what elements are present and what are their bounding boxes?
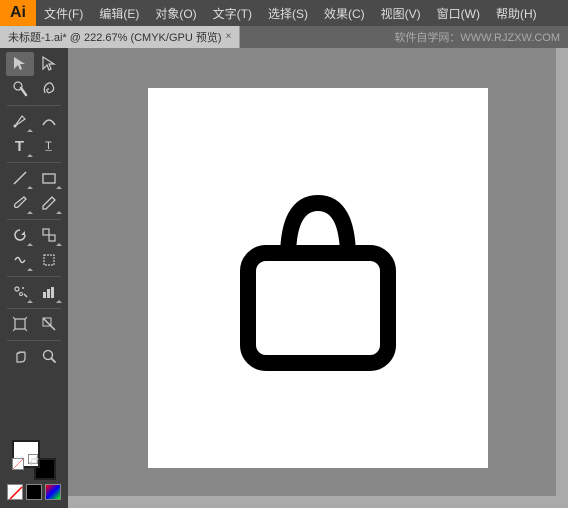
free-transform-tool[interactable] — [35, 248, 63, 272]
separator-4 — [7, 276, 61, 277]
tool-row-2 — [0, 77, 68, 101]
bottom-swatches — [7, 484, 61, 500]
touch-type-tool[interactable]: T̲ — [35, 134, 63, 158]
swap-colors-icon[interactable] — [28, 454, 38, 464]
separator-6 — [7, 340, 61, 341]
fill-color-btn[interactable] — [26, 484, 42, 500]
bag-artwork — [218, 173, 418, 383]
type-tool[interactable]: T — [6, 134, 34, 158]
tool-row-6 — [0, 191, 68, 215]
tab-bar: 未标题-1.ai* @ 222.67% (CMYK/GPU 预览) × 软件自学… — [0, 26, 568, 48]
tool-row-4: T T̲ — [0, 134, 68, 158]
tool-row-5 — [0, 166, 68, 190]
tab-close-button[interactable]: × — [226, 32, 232, 42]
menu-edit[interactable]: 编辑(E) — [95, 3, 143, 24]
menu-bar: 文件(F) 编辑(E) 对象(O) 文字(T) 选择(S) 效果(C) 视图(V… — [36, 3, 568, 24]
magic-wand-tool[interactable] — [6, 77, 34, 101]
tool-row-8 — [0, 248, 68, 272]
ai-logo: Ai — [0, 0, 36, 26]
active-tab[interactable]: 未标题-1.ai* @ 222.67% (CMYK/GPU 预览) × — [0, 26, 240, 48]
menu-select[interactable]: 选择(S) — [264, 3, 312, 24]
hand-tool[interactable] — [6, 344, 34, 368]
pen-tool[interactable] — [6, 109, 34, 133]
column-graph-tool[interactable] — [35, 280, 63, 304]
tab-label: 未标题-1.ai* @ 222.67% (CMYK/GPU 预览) — [8, 29, 222, 45]
canvas — [148, 88, 488, 468]
menu-view[interactable]: 视图(V) — [377, 3, 425, 24]
separator-1 — [7, 105, 61, 106]
fill-stroke-swatches[interactable] — [12, 440, 56, 480]
paintbrush-tool[interactable] — [6, 191, 34, 215]
reset-colors-icon[interactable] — [12, 458, 24, 470]
scale-tool[interactable] — [35, 223, 63, 247]
menu-file[interactable]: 文件(F) — [40, 3, 87, 24]
ai-logo-text: Ai — [10, 4, 26, 22]
tool-row-7 — [0, 223, 68, 247]
symbol-sprayer-tool[interactable] — [6, 280, 34, 304]
select-tool[interactable] — [6, 52, 34, 76]
fill-none-btn[interactable] — [7, 484, 23, 500]
tool-row-1 — [0, 52, 68, 76]
tool-row-3 — [0, 109, 68, 133]
menu-help[interactable]: 帮助(H) — [492, 3, 541, 24]
zoom-tool[interactable] — [35, 344, 63, 368]
toolbar: T T̲ — [0, 48, 68, 508]
canvas-area[interactable] — [68, 48, 568, 508]
tool-row-10 — [0, 312, 68, 336]
artboard-tool[interactable] — [6, 312, 34, 336]
fill-gradient-btn[interactable] — [45, 484, 61, 500]
rotate-tool[interactable] — [6, 223, 34, 247]
lasso-tool[interactable] — [35, 77, 63, 101]
menu-object[interactable]: 对象(O) — [151, 3, 200, 24]
title-bar: Ai 文件(F) 编辑(E) 对象(O) 文字(T) 选择(S) 效果(C) 视… — [0, 0, 568, 26]
menu-window[interactable]: 窗口(W) — [433, 3, 484, 24]
watermark-text: 软件自学网：WWW.RJZXW.COM — [240, 29, 568, 45]
tool-row-9 — [0, 280, 68, 304]
rect-tool[interactable] — [35, 166, 63, 190]
tool-row-11 — [0, 344, 68, 368]
menu-type[interactable]: 文字(T) — [209, 3, 256, 24]
direct-select-tool[interactable] — [35, 52, 63, 76]
curvature-tool[interactable] — [35, 109, 63, 133]
pencil-tool[interactable] — [35, 191, 63, 215]
color-swatches — [0, 436, 68, 504]
warp-tool[interactable] — [6, 248, 34, 272]
separator-2 — [7, 162, 61, 163]
menu-effect[interactable]: 效果(C) — [320, 3, 369, 24]
line-tool[interactable] — [6, 166, 34, 190]
slice-tool[interactable] — [35, 312, 63, 336]
main-area: T T̲ — [0, 48, 568, 508]
separator-5 — [7, 308, 61, 309]
separator-3 — [7, 219, 61, 220]
